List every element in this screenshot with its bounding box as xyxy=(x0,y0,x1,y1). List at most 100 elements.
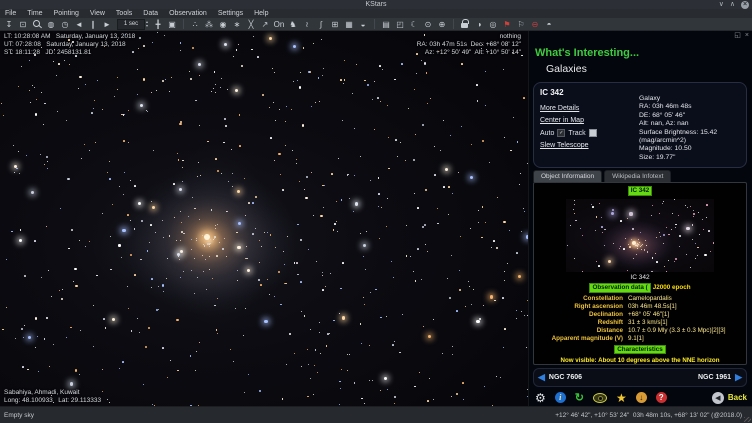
star xyxy=(124,114,125,115)
dock-close-icon[interactable]: × xyxy=(745,32,749,39)
star xyxy=(140,104,143,107)
star xyxy=(152,206,155,209)
minimize-icon[interactable]: ∨ xyxy=(719,0,724,9)
back-arrow-icon[interactable]: ◀ xyxy=(712,392,724,404)
toggle-comets-icon[interactable]: ↗ xyxy=(259,19,271,30)
time-step-widget[interactable]: 1 sec ▴▾ xyxy=(117,19,148,30)
step-backward-icon[interactable]: ◄ xyxy=(73,19,85,30)
track-checkbox[interactable] xyxy=(589,129,597,137)
download-data-icon[interactable]: ↧ xyxy=(3,19,15,30)
stop-clock-icon[interactable]: ∥ xyxy=(87,19,99,30)
menu-item[interactable]: Observation xyxy=(169,9,207,18)
details-view-icon[interactable]: ▤ xyxy=(380,19,392,30)
tab-object-information[interactable]: Object Information xyxy=(533,170,602,182)
more-details-link[interactable]: More Details xyxy=(540,105,597,112)
star xyxy=(425,244,426,245)
toggle-constellation-names-icon[interactable]: On xyxy=(273,19,285,30)
toggle-planets-icon[interactable]: ◉ xyxy=(217,19,229,30)
star xyxy=(233,56,234,57)
star xyxy=(500,377,501,378)
previous-object-button[interactable]: ◀ NGC 7606 xyxy=(538,369,582,386)
find-object-icon[interactable] xyxy=(31,19,43,30)
auto-checkbox[interactable]: ✓ xyxy=(557,129,565,137)
reload-icon[interactable]: ↻ xyxy=(575,391,584,404)
toggle-constellation-boundaries-icon[interactable]: ≀ xyxy=(301,19,313,30)
star xyxy=(248,374,249,375)
tab-wikipedia-infotext[interactable]: Wikipedia Infotext xyxy=(604,170,671,182)
dock-float-icon[interactable]: ◱ xyxy=(734,32,741,39)
toggle-milky-way-icon[interactable]: ∫ xyxy=(315,19,327,30)
toggle-stars-icon[interactable]: ∴ xyxy=(189,19,201,30)
toggle-constellation-lines-icon[interactable]: ╳ xyxy=(245,19,257,30)
star xyxy=(327,333,329,335)
geolocation-icon[interactable]: ◍ xyxy=(45,19,57,30)
toggle-equatorial-grid-icon[interactable]: ⊞ xyxy=(329,19,341,30)
download-resources-icon[interactable]: ↓ xyxy=(636,392,647,403)
dome-icon[interactable]: ◓ xyxy=(543,19,555,30)
star xyxy=(471,304,472,305)
star xyxy=(592,206,594,208)
resize-grip[interactable] xyxy=(744,417,751,422)
toggle-supernovae-icon[interactable]: ∗ xyxy=(231,19,243,30)
sky-map[interactable]: LT: 10:28:08 AM Saturday, January 13, 20… xyxy=(0,31,528,406)
star xyxy=(319,332,320,333)
night-vision-icon[interactable]: ☾ xyxy=(408,19,420,30)
menu-item[interactable]: Tools xyxy=(116,9,132,18)
toggle-ground-icon[interactable]: ◒ xyxy=(357,19,369,30)
capture-sky-icon[interactable]: ▣ xyxy=(166,19,178,30)
open-file-icon[interactable]: ⊡ xyxy=(17,19,29,30)
maximize-icon[interactable]: ∧ xyxy=(730,0,735,9)
color-scheme-icon[interactable]: ◑ xyxy=(473,19,485,30)
next-object-button[interactable]: NGC 1961 ▶ xyxy=(698,369,742,386)
star xyxy=(289,333,291,335)
star xyxy=(513,117,514,118)
favorite-star-icon[interactable]: ★ xyxy=(616,391,627,405)
help-icon[interactable]: ? xyxy=(656,392,667,403)
time-step-value[interactable]: 1 sec xyxy=(117,19,145,30)
lock-icon[interactable] xyxy=(459,19,471,30)
settings-icon[interactable]: ⚙ xyxy=(535,391,546,405)
star xyxy=(316,261,317,262)
close-icon[interactable]: × xyxy=(741,1,749,9)
menu-item[interactable]: Pointing xyxy=(54,9,79,18)
set-focus-icon[interactable]: ╋ xyxy=(152,19,164,30)
star xyxy=(692,224,694,226)
flag-outline-icon[interactable]: ⚐ xyxy=(515,19,527,30)
toggle-constellation-art-icon[interactable]: ♞ xyxy=(287,19,299,30)
star xyxy=(237,280,238,281)
back-button[interactable]: ◀ Back xyxy=(712,392,747,404)
star xyxy=(143,78,145,80)
star xyxy=(158,286,159,287)
telescope-target-icon[interactable]: ⊕ xyxy=(436,19,448,30)
chevron-right-icon[interactable]: ▶ xyxy=(735,369,742,386)
star xyxy=(374,81,375,82)
star xyxy=(651,271,653,272)
star xyxy=(690,267,691,268)
flag-icon[interactable]: ⚑ xyxy=(501,19,513,30)
step-forward-icon[interactable]: ► xyxy=(101,19,113,30)
toggle-horizontal-grid-icon[interactable]: ▦ xyxy=(343,19,355,30)
preview-eye-icon[interactable] xyxy=(593,393,607,403)
toggle-deep-sky-icon[interactable]: ⁂ xyxy=(203,19,215,30)
star xyxy=(215,225,216,226)
center-in-map-link[interactable]: Center in Map xyxy=(540,117,597,124)
indi-control-icon[interactable]: ◎ xyxy=(487,19,499,30)
object-details-icon[interactable]: i xyxy=(555,392,566,403)
menu-item[interactable]: Data xyxy=(143,9,158,18)
menu-item[interactable]: View xyxy=(90,9,105,18)
menu-item[interactable]: Help xyxy=(254,9,268,18)
remove-icon[interactable]: ⊖ xyxy=(529,19,541,30)
whats-interesting-icon[interactable]: ⊙ xyxy=(422,19,434,30)
menu-item[interactable]: Settings xyxy=(218,9,243,18)
star xyxy=(64,60,65,61)
star xyxy=(49,366,50,367)
star xyxy=(675,258,677,260)
observation-planner-icon[interactable]: ◰ xyxy=(394,19,406,30)
slew-telescope-link[interactable]: Slew Telescope xyxy=(540,142,597,149)
chevron-left-icon[interactable]: ◀ xyxy=(538,369,545,386)
time-step-spinner[interactable]: ▴▾ xyxy=(146,20,148,28)
auto-track-control[interactable]: Auto ✓ Track xyxy=(540,129,597,137)
menu-item[interactable]: File xyxy=(5,9,16,18)
set-time-now-icon[interactable]: ◷ xyxy=(59,19,71,30)
menu-item[interactable]: Time xyxy=(27,9,42,18)
